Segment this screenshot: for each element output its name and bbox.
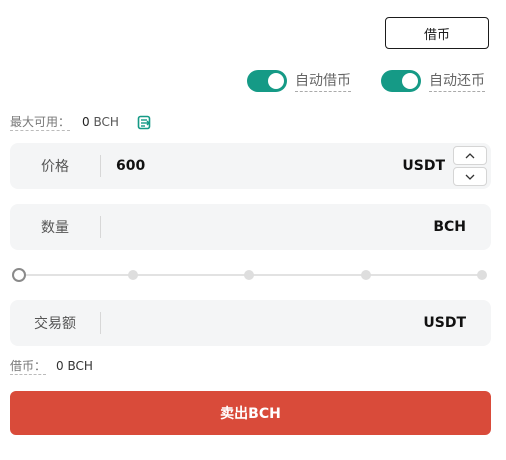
chevron-down-icon: [465, 174, 475, 180]
toggle-knob: [268, 73, 284, 89]
auto-repay-toggle-group: 自动还币: [381, 70, 485, 92]
quantity-field[interactable]: 数量 BCH: [10, 204, 491, 250]
borrowed-row: 借币： 0 BCH: [10, 357, 93, 375]
price-stepper: [453, 145, 487, 187]
amount-slider[interactable]: [10, 264, 491, 286]
total-unit: USDT: [423, 315, 466, 331]
chevron-up-icon: [465, 152, 475, 158]
max-available-unit: BCH: [93, 115, 119, 129]
auto-repay-toggle[interactable]: [381, 70, 421, 92]
price-increment-button[interactable]: [453, 146, 487, 165]
slider-step-25[interactable]: [128, 270, 138, 280]
price-input[interactable]: 600: [101, 158, 402, 174]
max-available-amount: 0: [82, 115, 90, 129]
borrowed-value: 0 BCH: [56, 359, 93, 373]
price-decrement-button[interactable]: [453, 167, 487, 186]
borrowed-label: 借币：: [10, 359, 47, 375]
field-divider: [100, 312, 101, 334]
max-available-label: 最大可用：: [10, 115, 71, 131]
quantity-label: 数量: [41, 220, 69, 236]
total-label: 交易额: [34, 316, 76, 332]
borrowed-amount: 0: [56, 359, 64, 373]
auto-borrow-toggle-group: 自动借币: [247, 70, 351, 92]
price-label: 价格: [41, 159, 69, 175]
price-unit: USDT: [402, 158, 445, 174]
total-field[interactable]: 交易额 USDT: [10, 300, 491, 346]
auto-borrow-label: 自动借币: [295, 70, 351, 92]
slider-handle[interactable]: [12, 268, 26, 282]
field-divider: [100, 216, 101, 238]
price-field[interactable]: 价格 600 USDT: [10, 143, 491, 189]
sell-button[interactable]: 卖出BCH: [10, 391, 491, 435]
max-available-row: 最大可用： 0 BCH: [10, 113, 152, 131]
toggle-knob: [402, 73, 418, 89]
auto-borrow-toggle[interactable]: [247, 70, 287, 92]
slider-step-75[interactable]: [361, 270, 371, 280]
slider-step-100[interactable]: [477, 270, 487, 280]
transfer-icon[interactable]: [137, 115, 152, 130]
auto-repay-label: 自动还币: [429, 70, 485, 92]
borrowed-unit: BCH: [67, 359, 93, 373]
max-available-value: 0 BCH: [82, 115, 119, 129]
slider-step-50[interactable]: [244, 270, 254, 280]
quantity-unit: BCH: [433, 219, 466, 235]
borrow-button[interactable]: 借币: [385, 17, 489, 49]
